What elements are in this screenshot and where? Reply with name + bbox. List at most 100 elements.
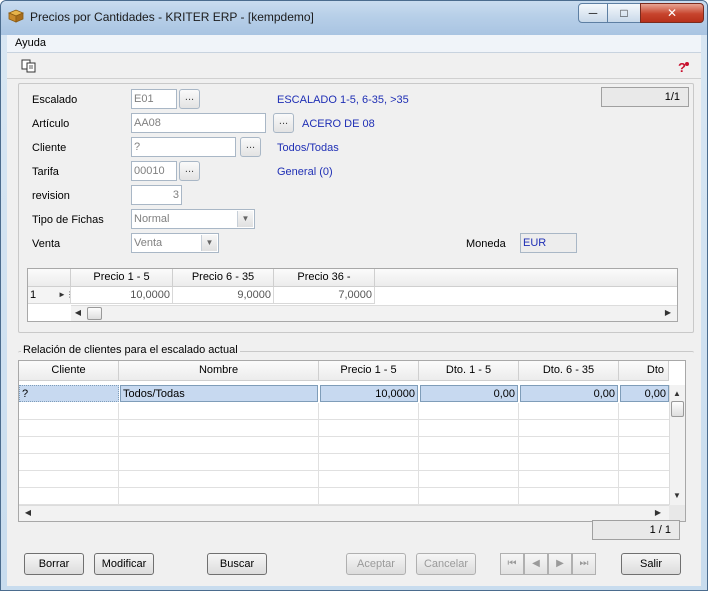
scroll-left-icon[interactable]: ◀ [21, 506, 35, 520]
table-row-index[interactable]: 1 ►⋮ [28, 287, 71, 304]
aceptar-label: Aceptar [357, 558, 395, 570]
title-bar[interactable]: Precios por Cantidades - KRITER ERP - [k… [1, 1, 707, 35]
toolbar: ? [7, 53, 701, 79]
escalado-lookup-button[interactable]: ... [179, 89, 200, 109]
copy-icon[interactable] [21, 59, 37, 73]
previous-record-icon: ◀ [532, 558, 540, 569]
tipo-fichas-label: Tipo de Fichas [32, 214, 104, 226]
venta-select[interactable]: Venta ▼ [131, 233, 219, 253]
price-grid-hscrollbar[interactable]: ◀ ▶ [71, 305, 677, 321]
clients-panel: Cliente Nombre Precio 1 - 5 Dto. 1 - 5 D… [18, 351, 694, 541]
cliente-field[interactable]: ? [131, 137, 236, 157]
minimize-icon: ─ [588, 6, 598, 20]
clients-grid-header[interactable]: Dto. 1 - 5 [419, 361, 519, 381]
clients-grid-header[interactable]: Dto. 6 - 35 [519, 361, 619, 381]
revision-label: revision [32, 190, 70, 202]
escalado-field[interactable]: E01 [131, 89, 177, 109]
next-record-icon: ▶ [556, 558, 564, 569]
price-cell[interactable]: 10,0000 [71, 287, 173, 304]
escalado-description: ESCALADO 1-5, 6-35, >35 [277, 94, 409, 106]
row-pointer-icon: ►⋮ [58, 290, 70, 299]
price-grid-corner [28, 269, 71, 287]
cancelar-button[interactable]: Cancelar [416, 553, 476, 575]
price-grid-header[interactable]: Precio 36 - [274, 269, 375, 287]
clients-grid-header[interactable]: Dto [619, 361, 669, 381]
scroll-left-icon[interactable]: ◀ [71, 306, 85, 320]
clients-grid-header[interactable]: Precio 1 - 5 [319, 361, 419, 381]
scroll-thumb[interactable] [671, 401, 684, 417]
articulo-label: Artículo [32, 118, 70, 130]
help-icon[interactable]: ? [675, 60, 691, 74]
app-window: Precios por Cantidades - KRITER ERP - [k… [0, 0, 708, 591]
buscar-label: Buscar [219, 558, 255, 570]
moneda-field[interactable]: EUR [520, 233, 577, 253]
client-area: ? Escalado E01 ... ESCALADO 1-5, 6-35, >… [7, 53, 701, 586]
client-dto-cell[interactable]: 0,00 [520, 385, 618, 402]
empty-rows [19, 403, 669, 505]
maximize-icon: □ [620, 6, 628, 20]
scroll-down-icon[interactable]: ▼ [670, 489, 684, 503]
last-record-icon: ⏭ [579, 558, 589, 569]
client-name-cell[interactable]: Todos/Todas [120, 385, 318, 402]
chevron-down-icon[interactable]: ▼ [201, 235, 217, 251]
clients-grid[interactable]: Cliente Nombre Precio 1 - 5 Dto. 1 - 5 D… [18, 360, 686, 522]
cliente-lookup-button[interactable]: ... [240, 137, 261, 157]
maximize-button[interactable]: □ [607, 3, 641, 23]
cliente-description: Todos/Todas [277, 142, 339, 154]
clients-counter: 1 / 1 [592, 520, 680, 540]
price-grid-header[interactable]: Precio 6 - 35 [173, 269, 274, 287]
articulo-lookup-button[interactable]: ... [273, 113, 294, 133]
tipo-fichas-select[interactable]: Normal ▼ [131, 209, 255, 229]
salir-button[interactable]: Salir [621, 553, 681, 575]
last-record-button[interactable]: ⏭ [572, 553, 596, 575]
moneda-label: Moneda [466, 238, 506, 250]
price-cell[interactable]: 9,0000 [173, 287, 274, 304]
package-icon [8, 9, 24, 23]
window-title: Precios por Cantidades - KRITER ERP - [k… [30, 10, 314, 24]
borrar-button[interactable]: Borrar [24, 553, 84, 575]
scroll-thumb[interactable] [87, 307, 102, 320]
clients-grid-header[interactable]: Cliente [19, 361, 119, 381]
close-button[interactable]: ✕ [640, 3, 704, 23]
articulo-field[interactable]: AA08 [131, 113, 266, 133]
chevron-down-icon[interactable]: ▼ [237, 211, 253, 227]
first-record-button[interactable]: ⏮ [500, 553, 524, 575]
record-counter: 1/1 [601, 87, 689, 107]
tarifa-description: General (0) [277, 166, 333, 178]
clients-grid-vscrollbar[interactable]: ▲ ▼ [669, 385, 685, 505]
revision-field[interactable]: 3 [131, 185, 182, 205]
scroll-up-icon[interactable]: ▲ [670, 387, 684, 401]
cliente-label: Cliente [32, 142, 67, 154]
close-icon: ✕ [666, 6, 678, 20]
clients-section-title: Relación de clientes para el escalado ac… [21, 344, 240, 356]
cancelar-label: Cancelar [423, 558, 469, 570]
tarifa-lookup-button[interactable]: ... [179, 161, 200, 181]
menu-bar: Ayuda [7, 35, 701, 53]
buscar-button[interactable]: Buscar [207, 553, 267, 575]
price-grid-header[interactable]: Precio 1 - 5 [71, 269, 173, 287]
aceptar-button[interactable]: Aceptar [346, 553, 406, 575]
clients-grid-hscrollbar[interactable]: ◀ ▶ [19, 505, 669, 521]
scroll-right-icon[interactable]: ▶ [651, 506, 665, 520]
client-code-cell[interactable]: ? [19, 385, 119, 402]
menu-item-ayuda[interactable]: Ayuda [15, 37, 46, 49]
salir-label: Salir [639, 558, 662, 570]
client-price-cell[interactable]: 10,0000 [320, 385, 418, 402]
client-dto-cell[interactable]: 0,00 [420, 385, 518, 402]
price-grid[interactable]: Precio 1 - 5 Precio 6 - 35 Precio 36 - 1… [27, 268, 678, 322]
modificar-button[interactable]: Modificar [94, 553, 154, 575]
next-record-button[interactable]: ▶ [548, 553, 572, 575]
header-panel: Escalado E01 ... ESCALADO 1-5, 6-35, >35… [18, 83, 694, 333]
tarifa-label: Tarifa [32, 166, 59, 178]
scroll-right-icon[interactable]: ▶ [661, 306, 675, 320]
client-dto-cell[interactable]: 0,00 [620, 385, 669, 402]
previous-record-button[interactable]: ◀ [524, 553, 548, 575]
price-cell[interactable]: 7,0000 [274, 287, 375, 304]
escalado-label: Escalado [32, 94, 78, 106]
minimize-button[interactable]: ─ [578, 3, 608, 23]
modificar-label: Modificar [101, 558, 147, 570]
clients-grid-header[interactable]: Nombre [119, 361, 319, 381]
svg-text:?: ? [678, 60, 686, 74]
tarifa-field[interactable]: 00010 [131, 161, 177, 181]
row-index: 1 [30, 289, 37, 301]
